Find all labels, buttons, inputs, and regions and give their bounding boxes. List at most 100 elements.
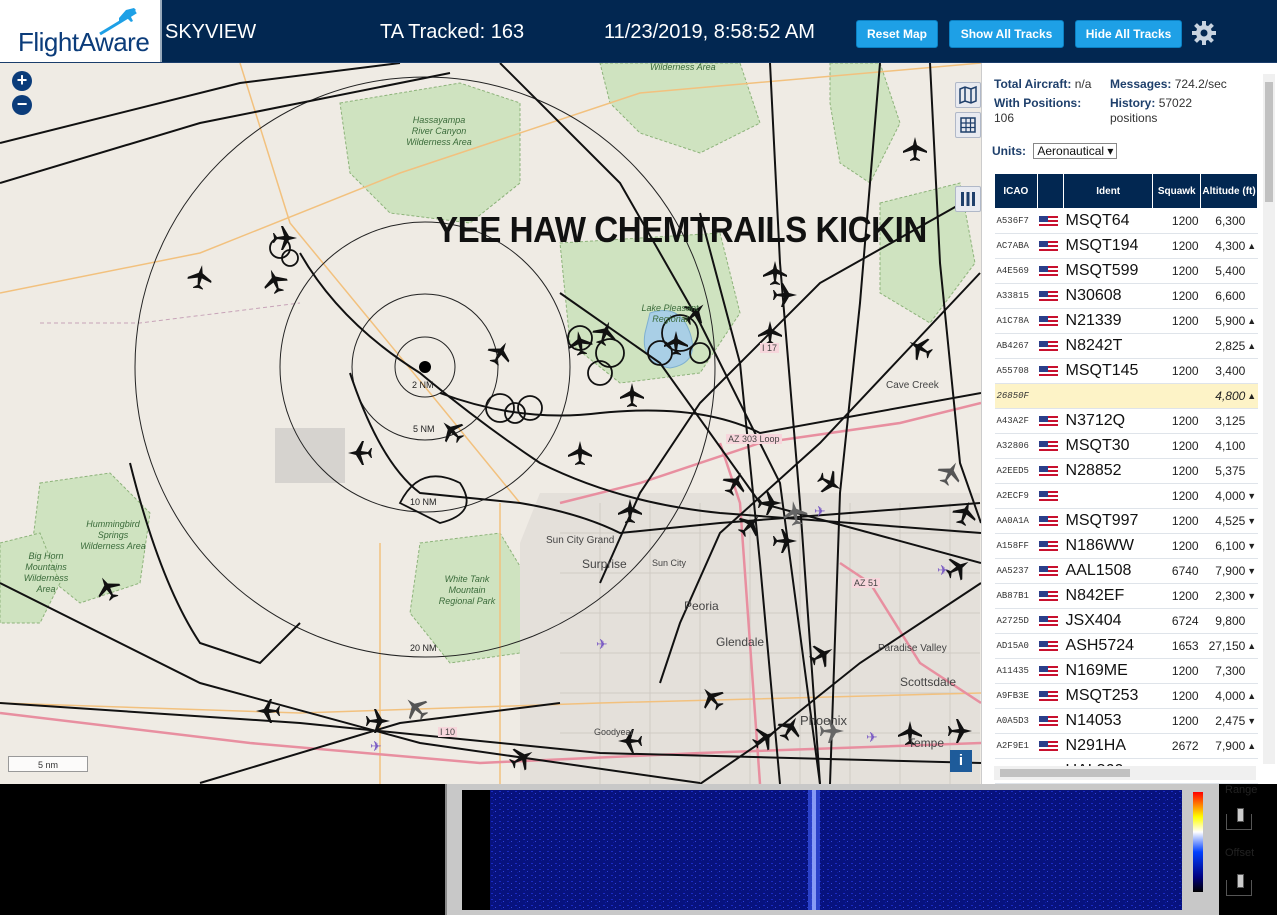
squawk-cell: 1200: [1152, 583, 1201, 609]
trend-cell: [1247, 208, 1258, 234]
reset-map-button[interactable]: Reset Map: [856, 20, 938, 48]
table-row[interactable]: A536F7 MSQT64 1200 6,300: [994, 208, 1258, 234]
app-title: SKYVIEW: [165, 21, 257, 43]
waterfall-left-margin: [462, 790, 490, 910]
us-flag-icon: [1039, 465, 1059, 478]
icao-cell: AA0A1A: [994, 508, 1038, 534]
table-row[interactable]: A2F9E1 N291HA 2672 7,900 ▲: [994, 733, 1258, 759]
column-header-flag[interactable]: [1036, 173, 1065, 209]
map-canvas[interactable]: ✈ ✈ ✈ ✈ ✈: [0, 63, 981, 784]
table-row[interactable]: A9FB3E MSQT253 1200 4,000 ▲: [994, 683, 1258, 709]
vertical-scrollbar[interactable]: [1263, 74, 1275, 764]
squawk-cell: 1200: [1152, 308, 1201, 334]
column-header-icao[interactable]: ICAO: [994, 173, 1038, 209]
flag-cell: [1037, 683, 1064, 709]
table-row[interactable]: A0A5D3 N14053 1200 2,475 ▼: [994, 708, 1258, 734]
table-row[interactable]: AB4267 N8242T 2,825 ▲: [994, 333, 1258, 359]
ident-cell: N14053: [1063, 708, 1153, 734]
trend-cell: [1247, 283, 1258, 309]
grid-toggle-button[interactable]: [955, 112, 981, 138]
table-row[interactable]: AA0A1A MSQT997 1200 4,525 ▼: [994, 508, 1258, 534]
icao-cell: A33815: [994, 283, 1038, 309]
svg-text:✈: ✈: [937, 562, 949, 578]
table-row[interactable]: A55708 MSQT145 1200 3,400: [994, 358, 1258, 384]
us-flag-icon: [1039, 365, 1059, 378]
hide-all-tracks-button[interactable]: Hide All Tracks: [1075, 20, 1182, 48]
table-row[interactable]: A2725D JSX404 6724 9,800: [994, 608, 1258, 634]
table-row[interactable]: A43A2F N3712Q 1200 3,125: [994, 408, 1258, 434]
info-button[interactable]: i: [950, 750, 972, 772]
table-row[interactable]: AB87B1 N842EF 1200 2,300 ▼: [994, 583, 1258, 609]
units-value: Aeronautical: [1037, 144, 1105, 158]
squawk-cell: [1152, 383, 1201, 409]
squawk-cell: 1200: [1152, 233, 1201, 259]
us-flag-icon: [1039, 240, 1059, 253]
column-header-squawk[interactable]: Squawk: [1152, 173, 1202, 209]
horizontal-scrollbar[interactable]: [994, 766, 1256, 780]
ident-cell: N842EF: [1063, 583, 1153, 609]
squawk-cell: 1200: [1152, 408, 1201, 434]
us-flag-icon: [1039, 590, 1059, 603]
aircraft-table: ICAO Ident Squawk Altitude (ft) A536F7 MS…: [994, 173, 1258, 784]
squawk-cell: 1200: [1152, 258, 1201, 284]
with-positions-label: With Positions:: [994, 96, 1082, 110]
table-row[interactable]: A2ECF9 1200 4,000 ▼: [994, 483, 1258, 509]
icao-cell: A1C78A: [994, 308, 1038, 334]
flag-cell: [1037, 458, 1064, 484]
table-row[interactable]: AC7ABA MSQT194 1200 4,300 ▲: [994, 233, 1258, 259]
squawk-cell: 1200: [1152, 683, 1201, 709]
column-header-ident[interactable]: Ident: [1063, 173, 1154, 209]
map-view[interactable]: ✈ ✈ ✈ ✈ ✈ Wilderness Area Hassayampa Riv…: [0, 63, 981, 784]
flag-cell: [1037, 433, 1064, 459]
us-flag-icon: [1039, 415, 1059, 428]
gear-icon[interactable]: [1191, 20, 1217, 46]
place-label: Hassayampa River Canyon Wilderness Area: [406, 115, 472, 147]
squawk-cell: 1653: [1152, 633, 1201, 659]
ident-cell: [1063, 483, 1153, 509]
table-row[interactable]: A158FF N186WW 1200 6,100 ▼: [994, 533, 1258, 559]
table-row[interactable]: AA5237 AAL1508 6740 7,900 ▼: [994, 558, 1258, 584]
us-flag-icon: [1039, 490, 1059, 503]
ident-cell: AAL1508: [1063, 558, 1153, 584]
units-select[interactable]: Aeronautical ▾: [1033, 143, 1118, 159]
scroll-thumb[interactable]: [1265, 82, 1273, 202]
table-row[interactable]: A11435 N169ME 1200 7,300: [994, 658, 1258, 684]
place-label: Goodyear: [594, 727, 634, 737]
waterfall-colorbar: [1193, 792, 1203, 892]
offset-slider[interactable]: [1226, 874, 1252, 896]
squawk-cell: 1200: [1152, 433, 1201, 459]
scroll-thumb[interactable]: [1000, 769, 1130, 777]
table-row[interactable]: A2EED5 N28852 1200 5,375: [994, 458, 1258, 484]
place-label: Lake Pleasant Regional: [641, 303, 699, 324]
history-label: History:: [1110, 96, 1156, 110]
table-row[interactable]: AD15A0 ASH5724 1653 27,150 ▲: [994, 633, 1258, 659]
table-row[interactable]: A4E569 MSQT599 1200 5,400: [994, 258, 1258, 284]
place-label: Big Horn Mountains Wilderness Area: [23, 551, 69, 594]
squawk-cell: 1200: [1152, 458, 1201, 484]
with-positions-value: 106: [994, 111, 1015, 125]
top-bar: FlightAware SKYVIEW TA Tracked: 163 11/2…: [0, 0, 1277, 63]
table-row[interactable]: A33815 N30608 1200 6,600: [994, 283, 1258, 309]
ident-cell: N30608: [1063, 283, 1153, 309]
show-all-tracks-button[interactable]: Show All Tracks: [949, 20, 1064, 48]
column-header-altitude[interactable]: Altitude (ft): [1200, 173, 1258, 209]
trend-cell: ▲: [1247, 308, 1258, 334]
zoom-in-button[interactable]: +: [12, 71, 32, 91]
trend-cell: ▲: [1247, 683, 1258, 709]
flag-cell: [1037, 633, 1064, 659]
ident-cell: MSQT599: [1063, 258, 1153, 284]
messages-value: 724.2/sec: [1174, 77, 1227, 91]
altitude-cell: 7,900: [1200, 733, 1248, 759]
zoom-out-button[interactable]: −: [12, 95, 32, 115]
table-row[interactable]: A32806 MSQT30 1200 4,100: [994, 433, 1258, 459]
flightaware-logo[interactable]: FlightAware: [0, 0, 162, 62]
map-layers-button[interactable]: [955, 82, 981, 108]
table-row[interactable]: 26850F 4,800 ▲: [994, 383, 1258, 409]
table-row[interactable]: A1C78A N21339 1200 5,900 ▲: [994, 308, 1258, 334]
range-slider[interactable]: [1226, 808, 1252, 830]
svg-text:✈: ✈: [814, 503, 826, 519]
squawk-cell: 1200: [1152, 358, 1201, 384]
flag-cell: [1037, 258, 1064, 284]
road-label: I 10: [438, 727, 458, 737]
columns-toggle-button[interactable]: [955, 186, 981, 212]
